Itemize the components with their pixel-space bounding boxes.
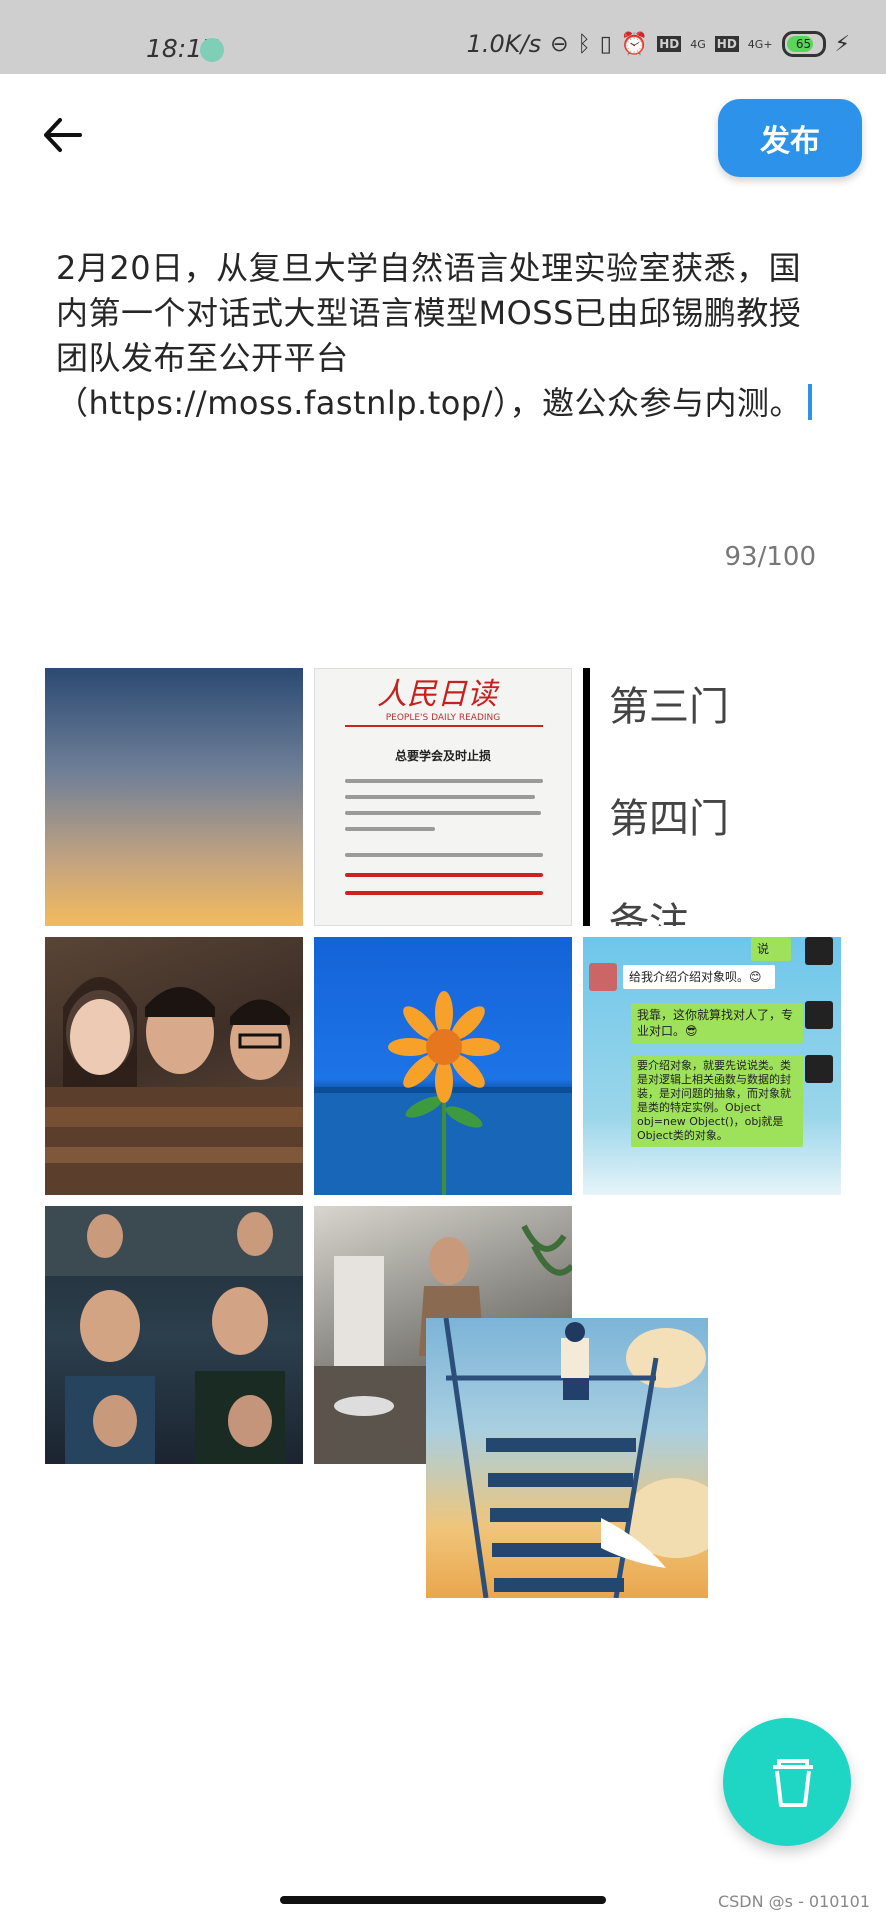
chat-avatar <box>805 1055 833 1083</box>
battery-level: 65 <box>795 37 812 51</box>
post-text: 2月20日，从复旦大学自然语言处理实验室获悉，国内第一个对话式大型语言模型MOS… <box>56 249 802 422</box>
text-image-line: 备注 <box>609 900 689 926</box>
image-thumbnail-sunset[interactable] <box>45 668 303 926</box>
article-line <box>345 853 543 857</box>
vibrate-icon: ▯ <box>599 31 612 57</box>
article-logo: 人民日读 <box>377 677 497 712</box>
group-photo-image <box>45 977 303 1195</box>
image-thumbnail-staircase[interactable] <box>426 1318 708 1598</box>
status-icons: 1.0K/s ⊖ ᛒ ▯ ⏰ HD 4G HD 4G+ 65 ⚡ <box>467 30 850 58</box>
chat-avatar <box>805 1001 833 1029</box>
battery-icon: 65 <box>781 31 826 57</box>
arrow-left-icon <box>44 118 82 152</box>
hd-badge-2: HD <box>714 36 739 52</box>
signal-icon-2: 4G+ <box>747 37 773 51</box>
image-thumbnail-article[interactable]: 人民日读 PEOPLE'S DAILY READING 总要学会及时止损 <box>314 668 572 926</box>
sunflower-image <box>314 991 572 1195</box>
image-thumbnail-text[interactable]: 第三门 第四门 备注 <box>583 668 841 926</box>
chat-bubble: 给我介绍介绍对象呗。😊 <box>623 965 775 989</box>
text-cursor <box>807 384 812 420</box>
post-text-input[interactable]: 2月20日，从复旦大学自然语言处理实验室获悉，国内第一个对话式大型语言模型MOS… <box>56 246 826 426</box>
charging-icon: ⚡ <box>834 31 850 57</box>
bluetooth-icon: ᛒ <box>577 31 591 57</box>
notification-dot <box>200 38 224 62</box>
chat-avatar <box>805 937 833 965</box>
image-thumbnail-drama[interactable] <box>45 1206 303 1464</box>
chat-bubble: 要介绍对象，就要先说说类。类是对逻辑上相关函数与数据的封装，是对问题的抽象，而对… <box>631 1055 803 1147</box>
article-line <box>345 779 543 783</box>
chat-bubble: 我靠，这你就算找对人了，专业对口。😎 <box>631 1003 803 1043</box>
text-image-line: 第三门 <box>609 684 729 730</box>
home-indicator[interactable] <box>280 1896 606 1904</box>
trash-icon <box>773 1759 813 1807</box>
image-thumbnail-group-photo[interactable] <box>45 937 303 1195</box>
article-line-highlight <box>345 891 543 895</box>
chat-bubble: 说 <box>751 937 791 961</box>
article-line <box>345 827 435 831</box>
chat-avatar <box>589 963 617 991</box>
signal-icon-1: 4G <box>690 37 706 51</box>
image-thumbnail-sunflower[interactable] <box>314 937 572 1195</box>
article-subtitle: PEOPLE'S DAILY READING <box>385 713 501 723</box>
dnd-icon: ⊖ <box>550 31 569 57</box>
char-counter: 93/100 <box>724 542 816 572</box>
article-line <box>345 795 535 799</box>
image-thumbnail-chat[interactable]: 说 给我介绍介绍对象呗。😊 我靠，这你就算找对人了，专业对口。😎 要介绍对象，就… <box>583 937 841 1195</box>
hd-badge-1: HD <box>657 36 682 52</box>
article-line <box>345 811 541 815</box>
article-title: 总要学会及时止损 <box>394 749 491 763</box>
publish-button[interactable]: 发布 <box>718 99 862 177</box>
text-image-line: 第四门 <box>609 796 729 842</box>
delete-button[interactable] <box>723 1718 851 1846</box>
back-button[interactable] <box>38 110 88 160</box>
text-image-divider <box>583 668 590 926</box>
alarm-icon: ⏰ <box>620 31 649 57</box>
status-bar: 18:17 1.0K/s ⊖ ᛒ ▯ ⏰ HD 4G HD 4G+ 65 ⚡ <box>0 0 886 74</box>
network-speed: 1.0K/s <box>466 30 542 58</box>
drama-image <box>45 1206 303 1464</box>
watermark: CSDN @s - 010101 <box>717 1892 870 1911</box>
article-line-highlight <box>345 873 543 877</box>
staircase-image <box>443 1318 708 1598</box>
